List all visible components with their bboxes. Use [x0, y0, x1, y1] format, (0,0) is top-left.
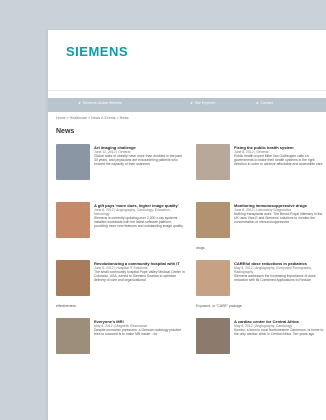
news-summary: The small community hospital Pope Valley…: [94, 270, 185, 283]
news-thumbnail[interactable]: [56, 202, 90, 238]
news-column-left: Art imaging challenge June 12, 2012 | Ge…: [56, 144, 186, 376]
news-item[interactable]: A gift pays 'more does, higher image qua…: [56, 202, 186, 260]
news-column-right: Fixing the public health system June 8, …: [196, 144, 326, 376]
news-item[interactable]: Monitoring immunosuppressive drugs June …: [196, 202, 326, 260]
news-summary: Siemens addresses the increasing importa…: [234, 274, 316, 283]
nav-site-explorer[interactable]: ► Site Explorer: [190, 101, 215, 105]
news-date: May 8, 2012 | Angiography, Computed Tomo…: [234, 266, 312, 274]
news-item[interactable]: Art imaging challenge June 12, 2012 | Ge…: [56, 144, 186, 202]
top-navbar: ► Siemens Global Website ► Site Explorer…: [48, 98, 326, 112]
news-summary-tail: effectiveness.: [56, 304, 77, 308]
news-summary: Kumbo, a town in rural Northwestern Came…: [234, 328, 324, 337]
news-summary: Nothing transplants work. The Bristol Ro…: [234, 212, 323, 225]
news-summary: Global rates of obesity have more than d…: [94, 154, 182, 167]
news-summary: Siemens is currently updating over 2,000…: [94, 216, 184, 229]
news-thumbnail[interactable]: [56, 144, 90, 180]
news-item[interactable]: A cardiac center for Central Africa May …: [196, 318, 326, 376]
page-title: News: [56, 128, 75, 135]
news-thumbnail[interactable]: [196, 202, 230, 238]
news-page: SIEMENS ► Siemens Global Website ► Site …: [48, 30, 326, 420]
news-summary-tail: Exposure, or "CARE" package.: [196, 304, 243, 308]
news-item[interactable]: Everyone's MR! May 8, 2012 | Magnetic Re…: [56, 318, 186, 376]
nav-contact[interactable]: ► Contact: [256, 101, 273, 105]
news-summary: Despite economic pressures, a German rad…: [94, 328, 182, 337]
news-summary-tail: drugs.: [196, 246, 206, 250]
news-thumbnail[interactable]: [196, 318, 230, 354]
news-thumbnail[interactable]: [56, 260, 90, 296]
news-item[interactable]: Fixing the public health system June 8, …: [196, 144, 326, 202]
news-thumbnail[interactable]: [196, 144, 230, 180]
news-item[interactable]: CAREful dose reductions in pediatrics Ma…: [196, 260, 326, 318]
nav-global-website[interactable]: ► Siemens Global Website: [78, 101, 122, 105]
news-date: June 6, 2012 | Angiography, Cardiology, …: [94, 208, 171, 216]
breadcrumb[interactable]: Home > Healthcare > News & Events > News: [56, 116, 129, 120]
siemens-logo[interactable]: SIEMENS: [66, 44, 128, 59]
news-summary: Public health expert Mike Van Gottleugen…: [234, 154, 324, 167]
news-thumbnail[interactable]: [56, 318, 90, 354]
news-thumbnail[interactable]: [196, 260, 230, 296]
site-header: SIEMENS: [48, 30, 326, 91]
news-item[interactable]: Revolutionizing a community hospital wit…: [56, 260, 186, 318]
